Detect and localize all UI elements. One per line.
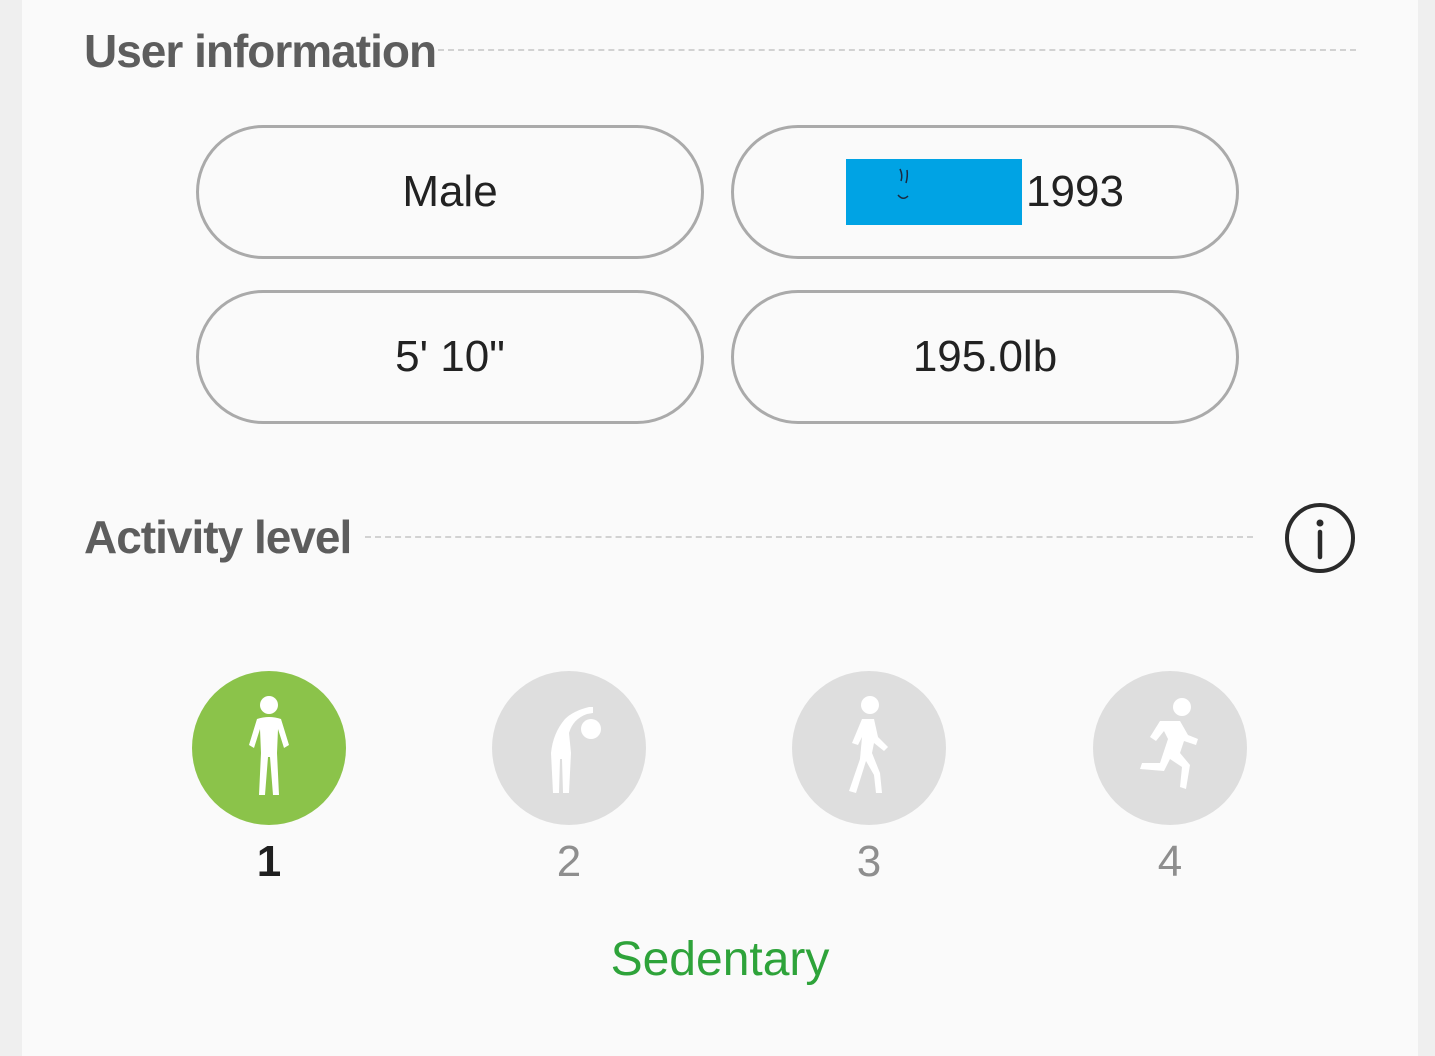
standing-person-icon [249,696,289,795]
activity-level-title: Activity level [84,511,352,563]
height-selector[interactable]: 5' 10" [196,290,704,424]
level-1-number: 1 [256,837,282,886]
redacted-birthdate [846,159,1023,225]
stretching-person-icon [551,707,601,793]
user-info-header: User information [84,24,437,78]
activity-level-3[interactable]: 3 [792,671,946,887]
activity-level-4[interactable]: 4 [1093,671,1247,887]
level-2-circle [492,671,646,825]
level-3-number: 3 [856,837,882,886]
level-1-circle [192,671,346,825]
gender-value: Male [402,167,498,216]
info-circle-icon[interactable] [1284,502,1356,574]
user-info-divider [438,49,1356,51]
activity-level-divider [365,536,1253,538]
height-value: 5' 10" [395,332,505,381]
activity-level-1[interactable]: 1 [192,671,346,887]
level-4-circle [1093,671,1247,825]
user-info-title: User information [84,25,437,77]
level-3-circle [792,671,946,825]
walking-person-icon [849,696,888,793]
level-2-number: 2 [556,837,582,886]
profile-card: User information Male 1993 5' 10" 195.0l… [22,0,1418,1056]
activity-level-header: Activity level [84,510,352,564]
gender-selector[interactable]: Male [196,125,704,259]
level-4-number: 4 [1157,837,1183,886]
activity-level-description: Sedentary [610,933,830,986]
running-person-icon [1140,698,1198,789]
birth-year-value: 1993 [1026,167,1124,216]
activity-level-2[interactable]: 2 [492,671,646,887]
weight-value: 195.0lb [912,332,1058,381]
weight-selector[interactable]: 195.0lb [731,290,1239,424]
birthdate-selector[interactable]: 1993 [731,125,1239,259]
